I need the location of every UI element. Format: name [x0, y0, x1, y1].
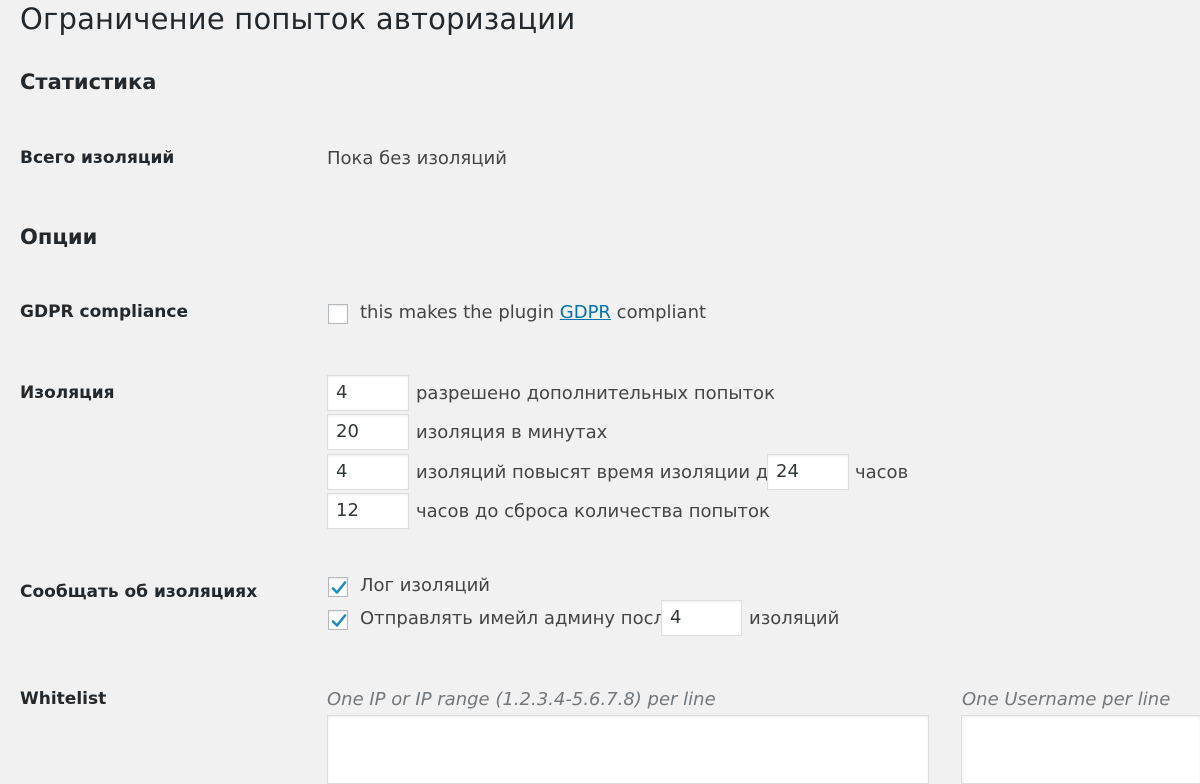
allowed-lockouts-label: изоляций повысят время изоляции до	[416, 462, 780, 483]
allowed-lockouts-input[interactable]: 4	[327, 454, 409, 490]
long-duration-input[interactable]: 24	[767, 454, 849, 490]
total-lockouts-label: Всего изоляций	[20, 148, 175, 168]
valid-duration-input[interactable]: 12	[327, 493, 409, 529]
lockout-log-checkbox[interactable]	[328, 577, 348, 597]
checkmark-icon	[331, 614, 347, 627]
valid-duration-label: часов до сброса количества попыток	[416, 501, 770, 522]
gdpr-label: GDPR compliance	[20, 302, 189, 322]
options-heading: Опции	[20, 225, 98, 249]
lockout-log-label: Лог изоляций	[360, 575, 490, 596]
checkmark-icon	[331, 581, 347, 594]
total-lockouts-value: Пока без изоляций	[327, 148, 507, 169]
email-after-input[interactable]: 4	[661, 600, 742, 636]
email-notify-label: Отправлять имейл админу после	[360, 608, 677, 629]
lockout-duration-label: изоляция в минутах	[416, 422, 608, 443]
whitelist-username-textarea[interactable]	[961, 715, 1200, 784]
allowed-retries-input[interactable]: 4	[327, 375, 409, 411]
whitelist-label: Whitelist	[20, 689, 107, 709]
whitelist-ip-hint: One IP or IP range (1.2.3.4-5.6.7.8) per…	[327, 689, 716, 710]
gdpr-text-after: compliant	[616, 302, 707, 323]
lockout-label: Изоляция	[20, 383, 115, 403]
gdpr-text-before: this makes the plugin	[360, 302, 555, 323]
gdpr-checkbox[interactable]	[328, 304, 348, 324]
gdpr-link[interactable]: GDPR	[560, 302, 611, 323]
email-notify-checkbox[interactable]	[328, 610, 348, 630]
allowed-retries-label: разрешено дополнительных попыток	[416, 383, 775, 404]
email-after-suffix: изоляций	[749, 608, 840, 629]
whitelist-username-hint: One Username per line	[962, 689, 1171, 710]
gdpr-description: this makes the plugin GDPR compliant	[360, 302, 706, 323]
long-duration-label: часов	[855, 462, 909, 483]
whitelist-ip-textarea[interactable]	[327, 715, 929, 784]
statistics-heading: Статистика	[20, 70, 157, 94]
page-title: Ограничение попыток авторизации	[20, 2, 576, 36]
notify-label: Сообщать об изоляциях	[20, 582, 258, 602]
lockout-duration-input[interactable]: 20	[327, 414, 409, 450]
